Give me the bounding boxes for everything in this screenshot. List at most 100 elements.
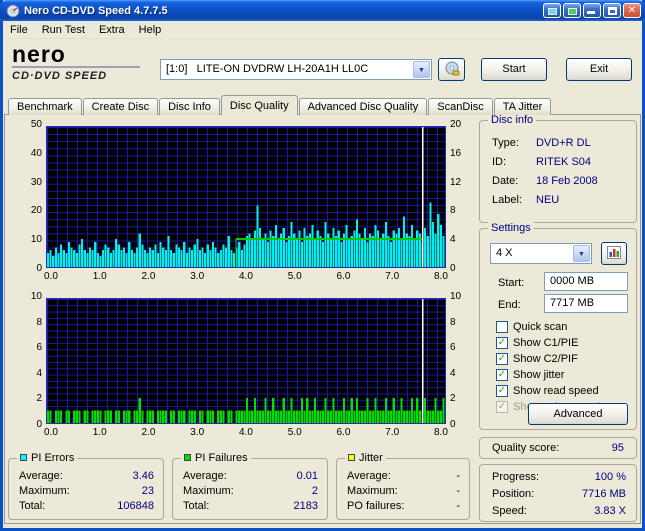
- axis-tick-label: 7.0: [385, 271, 400, 282]
- legend-label: Average:: [183, 470, 227, 482]
- legend-label: Maximum:: [19, 485, 70, 497]
- quality-score-box: Quality score: 95: [479, 437, 637, 459]
- pif-chart: [46, 298, 446, 424]
- tab-benchmark[interactable]: Benchmark: [8, 98, 82, 115]
- checkbox-show-c2-pif[interactable]: ✓ Show C2/PIF: [480, 351, 636, 367]
- legend-value: 2183: [293, 500, 318, 512]
- axis-tick-label: 2: [450, 393, 456, 405]
- legend-label: Average:: [347, 470, 391, 482]
- legend-value: 106848: [117, 500, 154, 512]
- progress-label: Speed:: [492, 505, 527, 517]
- axis-tick-label: 3.0: [190, 271, 205, 282]
- settings-checkboxes: Quick scan ✓ Show C1/PIE ✓ Show C2/PIF ✓ Show …: [480, 319, 636, 415]
- progress-rows: Progress: 100 % Position: 7716 MB Speed: 3.83…: [480, 469, 636, 520]
- exit-button[interactable]: Exit: [566, 58, 632, 81]
- axis-tick-label: 2: [36, 393, 42, 405]
- axis-tick-label: 6: [36, 342, 42, 354]
- legend-row: Maximum: -: [337, 484, 469, 499]
- legend-value: -: [456, 470, 460, 482]
- axis-tick-label: 20: [450, 119, 462, 130]
- legend-row: Total: 2183: [173, 499, 327, 514]
- info-value: 18 Feb 2008: [536, 175, 598, 187]
- menu-item-file[interactable]: File: [3, 22, 35, 38]
- legend-value: 23: [141, 485, 154, 497]
- axis-tick-label: 0.0: [44, 271, 58, 282]
- rescan-button[interactable]: [601, 242, 627, 265]
- end-field[interactable]: 7717 MB: [544, 294, 628, 313]
- axis-tick-label: 4: [450, 367, 456, 379]
- disc-info-title: Disc info: [488, 114, 537, 127]
- disc-info-row: Type: DVD+R DL: [480, 134, 636, 153]
- tab-disc-info[interactable]: Disc Info: [159, 98, 220, 115]
- legend-row: PO failures: -: [337, 499, 469, 514]
- progress-row: Progress: 100 %: [480, 469, 636, 486]
- legend-row: Average: 3.46: [9, 469, 163, 484]
- info-label: Label:: [492, 194, 522, 206]
- disc-info-row: ID: RITEK S04: [480, 153, 636, 172]
- axis-tick-label: 8.0: [434, 271, 448, 282]
- disc-info-rows: Type: DVD+R DL ID: RITEK S04 Date: 18 Feb 200…: [480, 134, 636, 210]
- advanced-button[interactable]: Advanced: [528, 403, 628, 425]
- tab-strip: Benchmark Create Disc Disc Info Disc Qualit…: [8, 95, 552, 115]
- titlebar-buttons: ✕: [543, 3, 641, 18]
- pie-chart-x-axis: 0.0 1.0 2.0 3.0 4.0 5.0 6.0 7.0 8.0: [44, 271, 448, 283]
- maximize-button[interactable]: [603, 3, 621, 18]
- logo-nero-text: nero: [12, 41, 66, 67]
- axis-tick-label: 30: [30, 176, 42, 188]
- pif-chart-canvas: [47, 299, 445, 423]
- legend-title-text: PI Failures: [195, 452, 248, 464]
- legend-title: Jitter: [345, 452, 386, 465]
- tab-disc-quality[interactable]: Disc Quality: [220, 95, 298, 115]
- legend-title: PI Errors: [17, 452, 78, 465]
- window-title: Nero CD-DVD Speed 4.7.7.5: [24, 4, 168, 17]
- legend-label: Average:: [19, 470, 63, 482]
- speed-select-value: 4 X: [496, 247, 513, 259]
- legend-box-jitter: Jitter Average: - Maximum: - PO failures: -: [336, 452, 470, 520]
- info-label: Date:: [492, 175, 519, 187]
- legend-row: Total: 106848: [9, 499, 163, 514]
- tab-ta-jitter[interactable]: TA Jitter: [493, 98, 552, 115]
- start-button[interactable]: Start: [481, 58, 547, 81]
- end-field-label: End:: [498, 299, 521, 311]
- axis-tick-label: 5.0: [287, 427, 302, 438]
- menu-item-help[interactable]: Help: [132, 22, 169, 38]
- checkbox-label: Show C2/PIF: [513, 353, 578, 365]
- checkbox-show-jitter[interactable]: ✓ Show jitter: [480, 367, 636, 383]
- checkbox-box: ✓: [496, 369, 508, 381]
- checkbox-box: ✓: [496, 401, 508, 413]
- tab-scandisc[interactable]: ScanDisc: [428, 98, 493, 115]
- green-window-icon: [568, 8, 577, 15]
- axis-tick-label: 0.0: [44, 427, 58, 438]
- titlebar-plugin-button-2[interactable]: [563, 3, 581, 18]
- axis-tick-label: 16: [450, 147, 462, 159]
- checkbox-box: ✓: [496, 385, 508, 397]
- axis-tick-label: 7.0: [385, 427, 400, 438]
- axis-tick-label: 2.0: [141, 271, 156, 282]
- titlebar-plugin-button-1[interactable]: [543, 3, 561, 18]
- settings-box: Settings 4 X ▼ Start: 0000 MB End: 7717 …: [479, 222, 637, 430]
- drive-dropdown-button[interactable]: ▼: [413, 61, 430, 78]
- start-field[interactable]: 0000 MB: [544, 272, 628, 291]
- speed-dropdown-button[interactable]: ▼: [573, 245, 590, 262]
- checkbox-quick-scan[interactable]: Quick scan: [480, 319, 636, 335]
- menu-item-run-test[interactable]: Run Test: [35, 22, 92, 38]
- menu-item-extra[interactable]: Extra: [92, 22, 132, 38]
- axis-tick-label: 0: [36, 262, 42, 274]
- speed-select[interactable]: 4 X ▼: [490, 243, 592, 264]
- axis-tick-label: 0: [450, 418, 456, 430]
- disc-icon: [445, 61, 459, 76]
- disc-button[interactable]: [438, 58, 465, 81]
- minimize-button[interactable]: [583, 3, 601, 18]
- drive-select[interactable]: [1:0] LITE-ON DVDRW LH-20A1H LL0C ▼: [160, 59, 432, 80]
- axis-tick-label: 12: [450, 176, 462, 188]
- tab-advanced-disc-quality[interactable]: Advanced Disc Quality: [298, 98, 428, 115]
- progress-label: Progress:: [492, 471, 540, 483]
- checkbox-show-c1-pie[interactable]: ✓ Show C1/PIE: [480, 335, 636, 351]
- legend-row: Average: 0.01: [173, 469, 327, 484]
- close-button[interactable]: ✕: [623, 3, 641, 18]
- checkbox-show-read-speed[interactable]: ✓ Show read speed: [480, 383, 636, 399]
- disc-info-row: Date: 18 Feb 2008: [480, 172, 636, 191]
- legend-title-text: Jitter: [359, 452, 383, 464]
- checkbox-label: Show C1/PIE: [513, 337, 579, 349]
- tab-create-disc[interactable]: Create Disc: [82, 98, 159, 115]
